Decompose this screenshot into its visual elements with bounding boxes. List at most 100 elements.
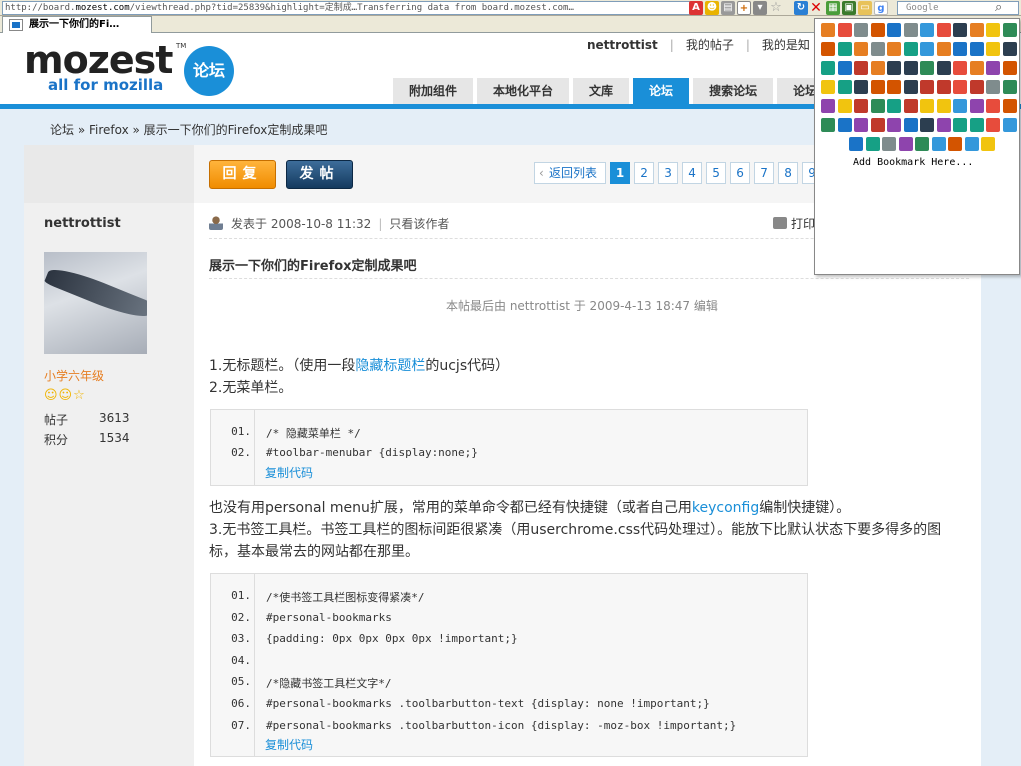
- my-posts-link[interactable]: 我的帖子: [686, 38, 734, 52]
- bookmark-favicon-icon[interactable]: [1002, 99, 1017, 113]
- bookmark-favicon-icon[interactable]: [986, 23, 1000, 37]
- bookmark-favicon-icon[interactable]: [969, 23, 984, 37]
- feed-icon[interactable]: +: [737, 1, 751, 15]
- reply-button[interactable]: 回复: [209, 160, 276, 189]
- bookmark-favicon-icon[interactable]: [920, 118, 934, 132]
- print-link[interactable]: 打印: [773, 215, 815, 232]
- star-icon[interactable]: ☆: [769, 1, 783, 15]
- bookmark-favicon-icon[interactable]: [964, 137, 979, 151]
- tab-current[interactable]: 展示一下你们的Fi…: [2, 16, 152, 33]
- bookmark-favicon-icon[interactable]: [870, 23, 885, 37]
- bookmark-favicon-icon[interactable]: [986, 42, 1000, 56]
- breadcrumb[interactable]: 论坛 » Firefox » 展示一下你们的Firefox定制成果吧: [50, 121, 327, 138]
- author-name[interactable]: nettrottist: [44, 216, 121, 231]
- add-bookmark-here-item[interactable]: Add Bookmark Here...: [853, 157, 973, 168]
- nav-search-forum[interactable]: 搜索论坛: [693, 78, 774, 104]
- bookmark-favicon-icon[interactable]: [849, 137, 863, 151]
- bookmark-favicon-icon[interactable]: [837, 42, 852, 56]
- bookmark-favicon-icon[interactable]: [931, 137, 946, 151]
- back-to-list-button[interactable]: 返回列表: [534, 162, 607, 184]
- extension-icon[interactable]: ▣: [842, 1, 856, 15]
- bookmark-favicon-icon[interactable]: [981, 137, 995, 151]
- bookmark-favicon-icon[interactable]: [969, 80, 984, 94]
- bookmark-favicon-icon[interactable]: [837, 23, 852, 37]
- bookmark-favicon-icon[interactable]: [837, 118, 852, 132]
- bookmark-favicon-icon[interactable]: [837, 99, 852, 113]
- bookmark-favicon-icon[interactable]: [887, 23, 901, 37]
- bookmark-favicon-icon[interactable]: [920, 61, 934, 75]
- stop-icon[interactable]: ✕: [809, 1, 823, 15]
- print-icon[interactable]: ▤: [721, 1, 735, 15]
- bookmark-favicon-icon[interactable]: [854, 61, 868, 75]
- address-bar[interactable]: http://board.mozest.com/viewthread.php?t…: [2, 1, 692, 15]
- bookmark-favicon-icon[interactable]: [887, 61, 901, 75]
- bookmark-favicon-icon[interactable]: [887, 80, 901, 94]
- bookmark-favicon-icon[interactable]: [821, 42, 835, 56]
- bookmark-favicon-icon[interactable]: [887, 99, 901, 113]
- bookmark-favicon-icon[interactable]: [920, 80, 934, 94]
- bookmark-favicon-icon[interactable]: [865, 137, 880, 151]
- bookmark-favicon-icon[interactable]: [821, 61, 835, 75]
- bookmark-favicon-icon[interactable]: [969, 61, 984, 75]
- bookmark-favicon-icon[interactable]: [837, 61, 852, 75]
- bookmark-favicon-icon[interactable]: [969, 118, 984, 132]
- page-link-7[interactable]: 7: [754, 162, 775, 184]
- nav-forum[interactable]: 论坛: [633, 78, 690, 104]
- page-link-1[interactable]: 1: [610, 162, 631, 184]
- bookmark-favicon-icon[interactable]: [903, 118, 918, 132]
- adblock-icon[interactable]: A: [689, 1, 703, 15]
- bookmark-favicon-icon[interactable]: [953, 61, 967, 75]
- page-link-4[interactable]: 4: [682, 162, 703, 184]
- google-icon[interactable]: g: [874, 1, 888, 15]
- bookmark-favicon-icon[interactable]: [854, 99, 868, 113]
- bookmark-favicon-icon[interactable]: [821, 23, 835, 37]
- copy-code-button[interactable]: 复制代码: [265, 464, 313, 481]
- bookmark-favicon-icon[interactable]: [920, 42, 934, 56]
- bookmark-favicon-icon[interactable]: [936, 42, 951, 56]
- greasemonkey-icon[interactable]: ☻: [705, 1, 719, 15]
- new-post-button[interactable]: 发帖: [286, 160, 353, 189]
- bookmark-favicon-icon[interactable]: [936, 80, 951, 94]
- nav-addons[interactable]: 附加组件: [393, 78, 474, 104]
- bookmark-favicon-icon[interactable]: [870, 118, 885, 132]
- bookmark-favicon-icon[interactable]: [821, 99, 835, 113]
- bookmark-favicon-icon[interactable]: [986, 118, 1000, 132]
- hide-titlebar-link[interactable]: 隐藏标题栏: [355, 358, 425, 374]
- bookmark-favicon-icon[interactable]: [903, 42, 918, 56]
- bookmark-favicon-icon[interactable]: [915, 137, 929, 151]
- bookmark-favicon-icon[interactable]: [854, 23, 868, 37]
- bookmark-favicon-icon[interactable]: [898, 137, 913, 151]
- bookmark-favicon-icon[interactable]: [903, 80, 918, 94]
- bookmark-favicon-icon[interactable]: [854, 42, 868, 56]
- bookmark-favicon-icon[interactable]: [986, 99, 1000, 113]
- bookmark-favicon-icon[interactable]: [821, 80, 835, 94]
- extension-icon[interactable]: ▦: [826, 1, 840, 15]
- avatar[interactable]: [44, 252, 147, 354]
- bookmark-favicon-icon[interactable]: [986, 61, 1000, 75]
- bookmark-favicon-icon[interactable]: [903, 99, 918, 113]
- bookmark-favicon-icon[interactable]: [969, 99, 984, 113]
- bookmark-favicon-icon[interactable]: [887, 42, 901, 56]
- bookmark-favicon-icon[interactable]: [920, 99, 934, 113]
- search-icon[interactable]: ⌕: [995, 0, 1002, 15]
- bookmark-favicon-icon[interactable]: [854, 118, 868, 132]
- bookmark-favicon-icon[interactable]: [953, 99, 967, 113]
- bookmark-favicon-icon[interactable]: [920, 23, 934, 37]
- bookmark-favicon-icon[interactable]: [870, 42, 885, 56]
- my-knowledge-link[interactable]: 我的是知: [762, 38, 810, 52]
- bookmark-favicon-icon[interactable]: [870, 99, 885, 113]
- bookmark-favicon-icon[interactable]: [882, 137, 896, 151]
- page-link-6[interactable]: 6: [730, 162, 751, 184]
- folder-icon[interactable]: ▭: [858, 1, 872, 15]
- bookmark-favicon-icon[interactable]: [1002, 80, 1017, 94]
- bookmark-favicon-icon[interactable]: [821, 118, 835, 132]
- bookmark-favicon-icon[interactable]: [837, 80, 852, 94]
- bookmark-favicon-icon[interactable]: [887, 118, 901, 132]
- bookmark-favicon-icon[interactable]: [953, 118, 967, 132]
- bookmark-favicon-icon[interactable]: [986, 80, 1000, 94]
- only-author-link[interactable]: 只看该作者: [389, 217, 449, 231]
- nav-localization[interactable]: 本地化平台: [477, 78, 570, 104]
- bookmark-favicon-icon[interactable]: [870, 80, 885, 94]
- page-link-3[interactable]: 3: [658, 162, 679, 184]
- username-link[interactable]: nettrottist: [587, 38, 658, 52]
